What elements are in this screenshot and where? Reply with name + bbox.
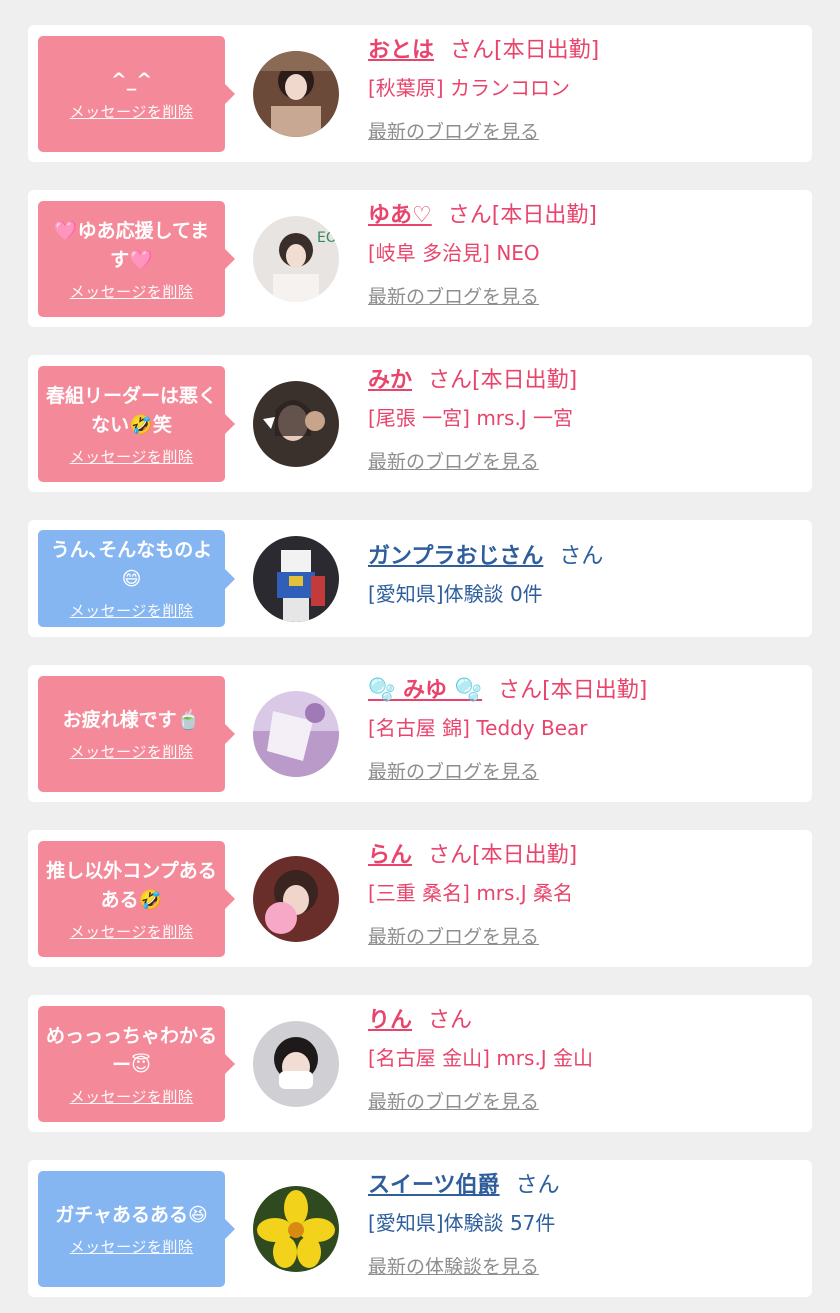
message-text: 春組リーダーは悪くない🤣笑 <box>46 384 218 436</box>
svg-text:EO: EO <box>317 230 337 246</box>
blog-link[interactable]: 最新のブログを見る <box>368 118 539 146</box>
blog-link[interactable]: 最新のブログを見る <box>368 283 539 311</box>
avatar[interactable] <box>253 856 339 942</box>
message-text: めっっっちゃわかるー😇 <box>46 1024 218 1076</box>
avatar[interactable] <box>253 1186 339 1272</box>
message-text: 推し以外コンプあるある🤣 <box>46 859 217 911</box>
cast-info: 🫧 みゆ 🫧 さん[本日出勤] [名古屋 錦] Teddy Bear 最新のブログ… <box>368 676 802 786</box>
cast-name-link[interactable]: みか <box>368 368 412 393</box>
reviewer-suffix: さん <box>515 1173 560 1198</box>
reviewer-name-link[interactable]: ガンプラおじさん <box>368 544 543 569</box>
message-text: 🩷ゆあ応援してます🩷 <box>53 219 210 271</box>
shop-name: [秋葉原] カランコロン <box>368 76 570 100</box>
message-bubble: お疲れ様です🍵 メッセージを削除 <box>38 676 235 792</box>
cast-name-link[interactable]: らん <box>368 843 412 868</box>
cast-info: スイーツ伯爵 さん [愛知県]体験談 57件 最新の体験談を見る <box>368 1171 802 1281</box>
delete-message-link[interactable]: メッセージを削除 <box>70 1086 194 1107</box>
delete-message-link[interactable]: メッセージを削除 <box>70 281 194 302</box>
shop-name: [三重 桑名] mrs.J 桑名 <box>368 881 574 905</box>
cast-status: さん[本日出勤] <box>498 678 648 703</box>
delete-message-link[interactable]: メッセージを削除 <box>70 446 194 467</box>
reviewer-suffix: さん <box>559 544 604 569</box>
cast-info: らん さん[本日出勤] [三重 桑名] mrs.J 桑名 最新のブログを見る <box>368 841 802 951</box>
delete-message-link[interactable]: メッセージを削除 <box>70 1236 194 1257</box>
avatar[interactable] <box>253 691 339 777</box>
message-text: うん､そんなものよ😄 <box>50 539 213 590</box>
cast-info: ガンプラおじさん さん [愛知県]体験談 0件 <box>368 542 802 608</box>
cast-status: さん[本日出勤] <box>450 38 600 63</box>
cast-name-link[interactable]: おとは <box>368 38 434 63</box>
message-bubble: 🩷ゆあ応援してます🩷 メッセージを削除 <box>38 201 235 317</box>
avatar[interactable]: EO <box>253 216 339 302</box>
cast-info: ゆあ♡ さん[本日出勤] [岐阜 多治見] NEO 最新のブログを見る <box>368 201 802 311</box>
message-bubble: めっっっちゃわかるー😇 メッセージを削除 <box>38 1006 235 1122</box>
message-text: ^_^ <box>110 69 153 91</box>
avatar[interactable] <box>253 1021 339 1107</box>
message-bubble: 春組リーダーは悪くない🤣笑 メッセージを削除 <box>38 366 235 482</box>
message-bubble: ^_^ メッセージを削除 <box>38 36 235 152</box>
blog-link[interactable]: 最新のブログを見る <box>368 923 539 951</box>
review-count: [愛知県]体験談 57件 <box>368 1211 556 1235</box>
cast-info: おとは さん[本日出勤] [秋葉原] カランコロン 最新のブログを見る <box>368 36 802 146</box>
message-bubble: ガチャあるある😆 メッセージを削除 <box>38 1171 235 1287</box>
list-item: お疲れ様です🍵 メッセージを削除 🫧 みゆ 🫧 さん[本日出勤] [名古屋 錦] … <box>28 665 812 802</box>
shop-name: [尾張 一宮] mrs.J 一宮 <box>368 406 574 430</box>
list-item: うん､そんなものよ😄 メッセージを削除 ガンプラおじさん さん [愛知県]体験談 … <box>28 520 812 637</box>
message-list: ^_^ メッセージを削除 おとは さん[本日出勤] [秋葉原] カランコロン 最新… <box>0 0 840 1313</box>
list-item: ^_^ メッセージを削除 おとは さん[本日出勤] [秋葉原] カランコロン 最新… <box>28 25 812 162</box>
message-text: ガチャあるある😆 <box>55 1204 208 1226</box>
review-link[interactable]: 最新の体験談を見る <box>368 1253 539 1281</box>
message-text: お疲れ様です🍵 <box>62 709 201 731</box>
reviewer-name-link[interactable]: スイーツ伯爵 <box>368 1173 500 1198</box>
message-bubble: 推し以外コンプあるある🤣 メッセージを削除 <box>38 841 235 957</box>
avatar[interactable] <box>253 381 339 467</box>
delete-message-link[interactable]: メッセージを削除 <box>70 600 194 621</box>
cast-name-link[interactable]: ゆあ♡ <box>368 203 432 228</box>
delete-message-link[interactable]: メッセージを削除 <box>70 741 194 762</box>
blog-link[interactable]: 最新のブログを見る <box>368 448 539 476</box>
shop-name: [岐阜 多治見] NEO <box>368 241 540 265</box>
cast-status: さん[本日出勤] <box>428 368 578 393</box>
blog-link[interactable]: 最新のブログを見る <box>368 1088 539 1116</box>
cast-info: りん さん [名古屋 金山] mrs.J 金山 最新のブログを見る <box>368 1006 802 1116</box>
list-item: 推し以外コンプあるある🤣 メッセージを削除 らん さん[本日出勤] [三重 桑名]… <box>28 830 812 967</box>
cast-status: さん <box>428 1008 473 1033</box>
avatar[interactable] <box>253 536 339 622</box>
cast-status: さん[本日出勤] <box>428 843 578 868</box>
cast-info: みか さん[本日出勤] [尾張 一宮] mrs.J 一宮 最新のブログを見る <box>368 366 802 476</box>
list-item: ガチャあるある😆 メッセージを削除 スイーツ伯爵 さん [愛知県]体験談 57件 … <box>28 1160 812 1297</box>
list-item: 春組リーダーは悪くない🤣笑 メッセージを削除 みか さん[本日出勤] [尾張 一宮… <box>28 355 812 492</box>
delete-message-link[interactable]: メッセージを削除 <box>70 101 194 122</box>
shop-name: [名古屋 金山] mrs.J 金山 <box>368 1046 594 1070</box>
cast-status: さん[本日出勤] <box>447 203 597 228</box>
cast-name-link[interactable]: りん <box>368 1008 412 1033</box>
blog-link[interactable]: 最新のブログを見る <box>368 758 539 786</box>
avatar[interactable] <box>253 51 339 137</box>
message-bubble: うん､そんなものよ😄 メッセージを削除 <box>38 530 235 627</box>
delete-message-link[interactable]: メッセージを削除 <box>70 921 194 942</box>
review-count: [愛知県]体験談 0件 <box>368 582 543 606</box>
list-item: めっっっちゃわかるー😇 メッセージを削除 りん さん [名古屋 金山] mrs.J… <box>28 995 812 1132</box>
shop-name: [名古屋 錦] Teddy Bear <box>368 716 588 740</box>
cast-name-link[interactable]: 🫧 みゆ 🫧 <box>368 678 482 703</box>
list-item: 🩷ゆあ応援してます🩷 メッセージを削除 EO ゆあ♡ さん[本日出勤] [岐阜 多… <box>28 190 812 327</box>
